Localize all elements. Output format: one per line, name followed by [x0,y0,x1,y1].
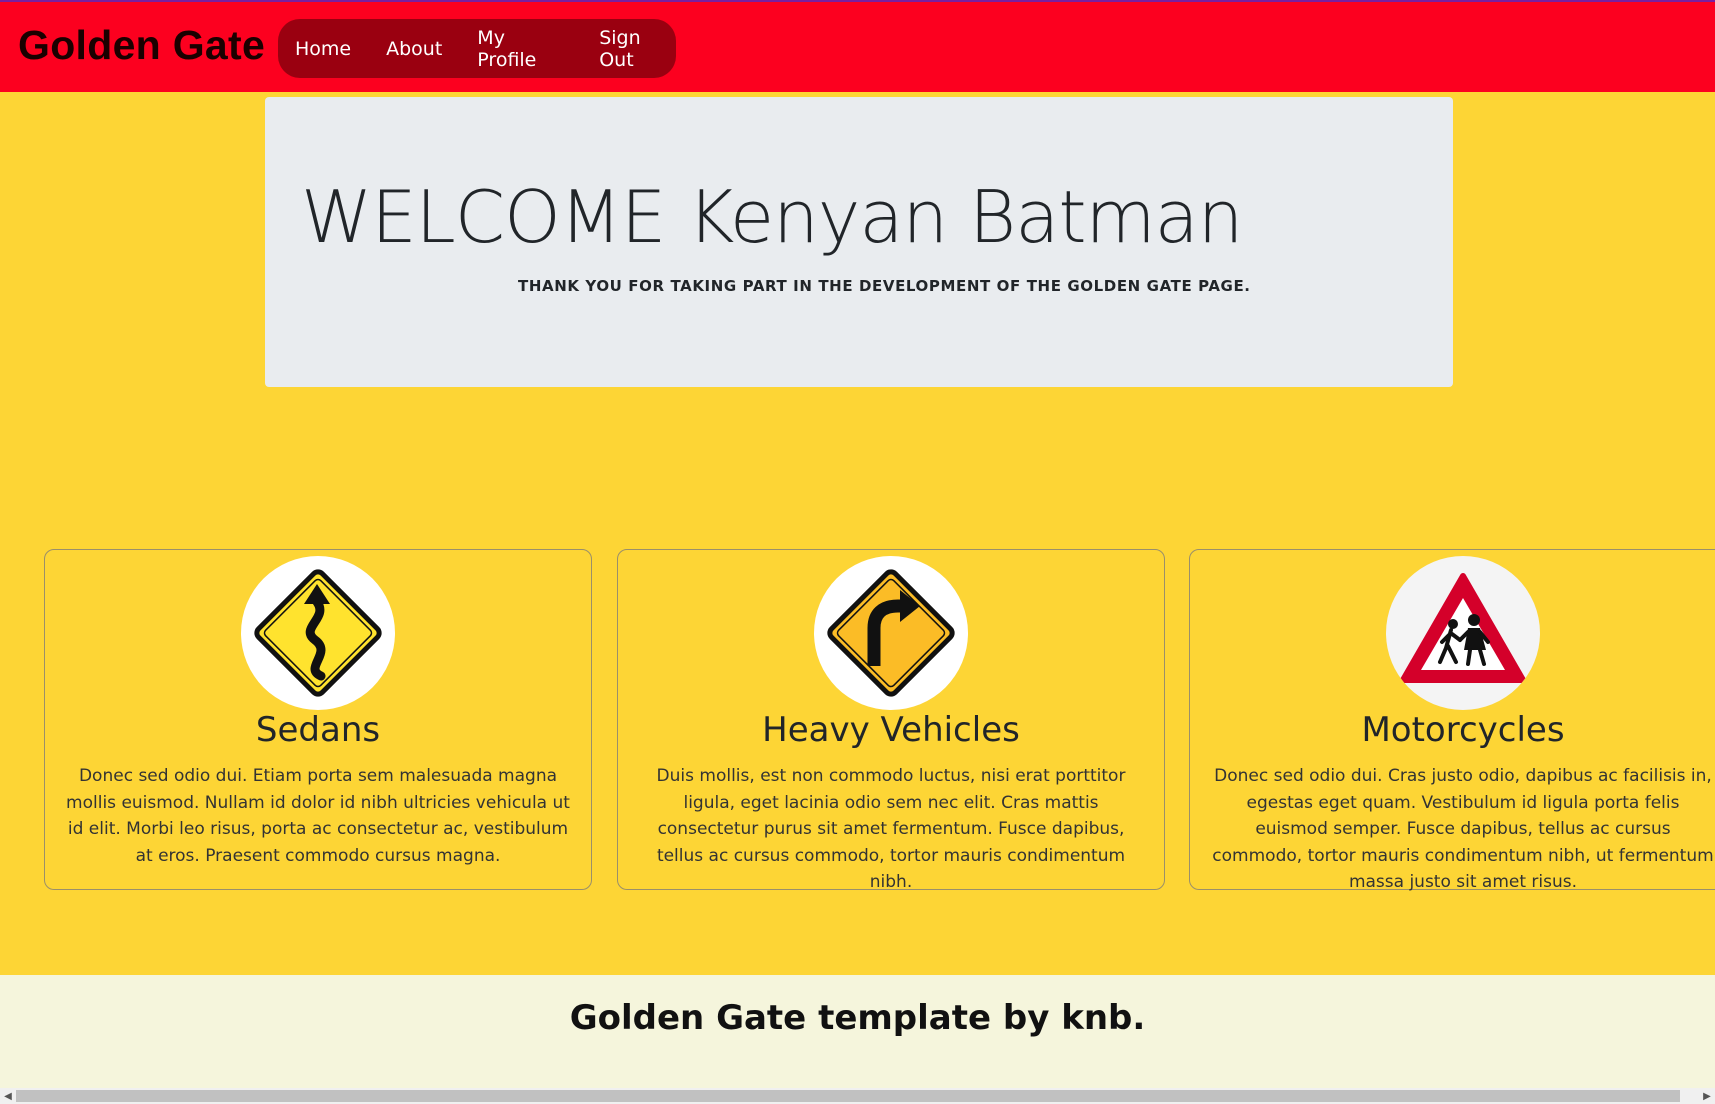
horizontal-scrollbar[interactable]: ◀ ▶ [0,1088,1715,1104]
card-heavy-vehicles: Heavy Vehicles Duis mollis, est non comm… [617,549,1165,892]
winding-road-sign-icon [241,556,395,710]
card-motorcycles: Motorcycles Donec sed odio dui. Cras jus… [1189,549,1715,892]
top-navbar: Golden Gate Home About My Profile Sign O… [0,0,1715,92]
nav-signout-link[interactable]: Sign Out [599,27,676,71]
footer-text: Golden Gate template by knb. [569,998,1146,1038]
card-text: Duis mollis, est non commodo luctus, nis… [656,766,1126,892]
card-sedans: Sedans Donec sed odio dui. Etiam porta s… [44,549,592,890]
children-crossing-sign-icon [1386,556,1540,710]
scrollbar-thumb[interactable] [16,1090,1680,1102]
nav-about-link[interactable]: About [386,38,442,60]
nav-profile-link[interactable]: My Profile [477,27,564,71]
right-turn-sign-icon [814,556,968,710]
welcome-subtitle: THANK YOU FOR TAKING PART IN THE DEVELOP… [518,277,1251,295]
welcome-jumbotron: WELCOME Kenyan Batman THANK YOU FOR TAKI… [265,97,1453,387]
scroll-right-arrow-icon[interactable]: ▶ [1699,1088,1715,1104]
scroll-left-arrow-icon[interactable]: ◀ [0,1088,16,1104]
card-text: Donec sed odio dui. Cras justo odio, dap… [1212,766,1714,892]
nav-home-link[interactable]: Home [295,38,351,60]
welcome-title: WELCOME Kenyan Batman [301,175,1243,259]
card-title: Sedans [255,710,381,750]
card-title: Heavy Vehicles [762,710,1020,750]
card-text: Donec sed odio dui. Etiam porta sem male… [66,766,570,866]
nav-links: Home About My Profile Sign Out [278,19,676,78]
brand-logo[interactable]: Golden Gate [18,22,265,69]
page-footer: Golden Gate template by knb. [0,975,1715,1088]
card-title: Motorcycles [1361,710,1565,750]
